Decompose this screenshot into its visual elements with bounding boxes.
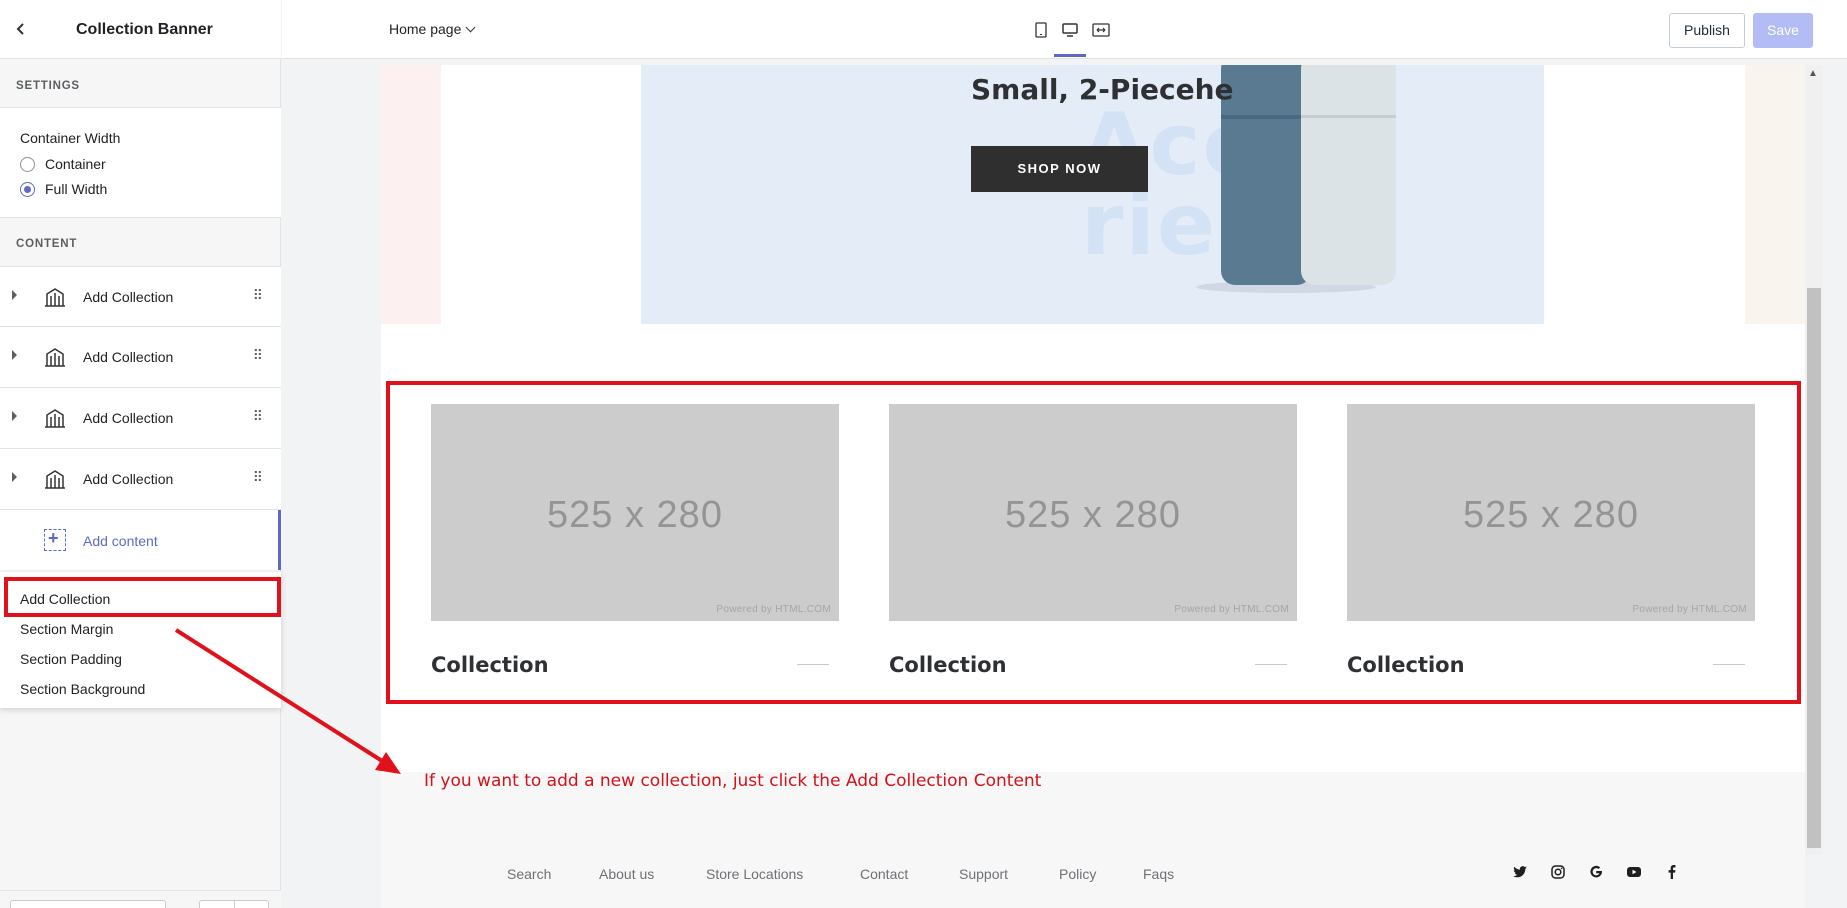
dropdown-item-section-background[interactable]: Section Background (20, 681, 145, 697)
dropdown-item-section-padding[interactable]: Section Padding (20, 651, 122, 667)
radio-container[interactable]: Container (20, 156, 106, 172)
page-selector-label: Home page (389, 21, 462, 37)
content-item-collection[interactable]: Add Collection ⠿ (0, 388, 281, 449)
drag-handle-icon[interactable]: ⠿ (253, 347, 263, 364)
footer-link-store-locations[interactable]: Store Locations (706, 866, 803, 882)
collection-title[interactable]: Collection (431, 653, 549, 677)
editor-sidebar: Collection Banner SETTINGS Container Wid… (0, 0, 281, 908)
collection-icon (44, 346, 66, 368)
banner-slide-next (1745, 65, 1805, 324)
collection-title[interactable]: Collection (1347, 653, 1465, 677)
annotation-highlight-box (4, 577, 281, 617)
add-content-label: Add content (83, 533, 158, 549)
radio-label: Container (45, 156, 106, 172)
footer-link-contact[interactable]: Contact (860, 866, 908, 882)
content-item-collection[interactable]: Add Collection ⠿ (0, 266, 281, 327)
page-preview: Acc so ries Small, 2-Piecehe SHOP NOW 52… (381, 65, 1805, 908)
expand-caret-icon[interactable] (12, 411, 17, 421)
store-footer (381, 772, 1805, 908)
collection-image-placeholder[interactable]: 525 x 280 Powered by HTML.COM (1347, 404, 1755, 621)
radio-label: Full Width (45, 181, 108, 197)
footer-link-about[interactable]: About us (599, 866, 654, 882)
active-device-indicator (1054, 54, 1086, 57)
footer-link-faqs[interactable]: Faqs (1143, 866, 1174, 882)
footer-link-search[interactable]: Search (507, 866, 551, 882)
card-divider (797, 664, 829, 665)
page-selector[interactable]: Home page (389, 21, 476, 37)
google-icon[interactable] (1588, 864, 1604, 880)
hero-banner: Acc so ries Small, 2-Piecehe SHOP NOW (641, 65, 1544, 324)
content-item-label: Add Collection (83, 471, 174, 487)
footer-link-policy[interactable]: Policy (1059, 866, 1096, 882)
collection-image-placeholder[interactable]: 525 x 280 Powered by HTML.COM (889, 404, 1297, 621)
publish-button[interactable]: Publish (1669, 13, 1745, 48)
chevron-down-icon (465, 22, 476, 32)
instagram-icon[interactable] (1550, 864, 1566, 880)
youtube-icon[interactable] (1626, 864, 1642, 880)
scroll-up-arrow-icon[interactable]: ▲ (1808, 68, 1818, 79)
sidebar-title: Collection Banner (76, 21, 213, 38)
facebook-icon[interactable] (1664, 864, 1680, 880)
banner-title: Small, 2-Piecehe (971, 73, 1234, 106)
save-button[interactable]: Save (1753, 13, 1813, 48)
expand-caret-icon[interactable] (12, 290, 17, 300)
collection-icon (44, 407, 66, 429)
image-credit-text: Powered by HTML.COM (1174, 604, 1289, 615)
desktop-view-icon[interactable] (1061, 21, 1079, 39)
collection-title[interactable]: Collection (889, 653, 1007, 677)
radio-button[interactable] (20, 156, 35, 172)
content-item-label: Add Collection (83, 349, 174, 365)
collection-image-placeholder[interactable]: 525 x 280 Powered by HTML.COM (431, 404, 839, 621)
drag-handle-icon[interactable]: ⠿ (253, 408, 263, 425)
mobile-view-icon[interactable] (1032, 21, 1050, 39)
image-dimensions-text: 525 x 280 (1005, 494, 1181, 536)
editor-topbar: Home page Publish Save (282, 0, 1847, 59)
image-credit-text: Powered by HTML.COM (716, 604, 831, 615)
image-dimensions-text: 525 x 280 (547, 494, 723, 536)
content-item-collection[interactable]: Add Collection ⠿ (0, 327, 281, 388)
collection-icon (44, 286, 66, 308)
content-item-collection[interactable]: Add Collection ⠿ (0, 449, 281, 510)
card-divider (1713, 664, 1745, 665)
dropdown-item-section-margin[interactable]: Section Margin (20, 621, 113, 637)
footer-link-support[interactable]: Support (959, 866, 1008, 882)
fullwidth-view-icon[interactable] (1092, 21, 1110, 39)
banner-slide-prev (381, 65, 441, 324)
expand-caret-icon[interactable] (12, 350, 17, 360)
image-credit-text: Powered by HTML.COM (1632, 604, 1747, 615)
shop-now-button[interactable]: SHOP NOW (971, 146, 1148, 192)
container-width-label: Container Width (20, 130, 121, 146)
footer-button-group[interactable] (199, 900, 269, 908)
card-divider (1255, 664, 1287, 665)
drag-handle-icon[interactable]: ⠿ (253, 287, 263, 304)
scrollbar-thumb[interactable] (1807, 288, 1821, 848)
back-arrow-icon[interactable] (12, 20, 30, 38)
content-item-label: Add Collection (83, 289, 174, 305)
drag-handle-icon[interactable]: ⠿ (253, 469, 263, 486)
footer-control[interactable] (10, 900, 166, 908)
settings-section-label: SETTINGS (16, 80, 80, 92)
content-section-label: CONTENT (16, 238, 78, 250)
add-block-icon (44, 528, 66, 551)
annotation-text: If you want to add a new collection, jus… (424, 771, 1042, 791)
expand-caret-icon[interactable] (12, 472, 17, 482)
radio-full-width[interactable]: Full Width (20, 181, 107, 197)
sidebar-header: Collection Banner (0, 0, 281, 59)
image-dimensions-text: 525 x 280 (1463, 494, 1639, 536)
twitter-icon[interactable] (1512, 864, 1528, 880)
content-item-label: Add Collection (83, 410, 174, 426)
collection-icon (44, 468, 66, 490)
add-content-button[interactable]: Add content (0, 510, 281, 570)
radio-button-selected[interactable] (20, 181, 35, 197)
